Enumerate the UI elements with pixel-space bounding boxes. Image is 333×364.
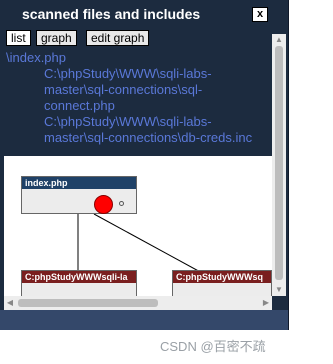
window-title: scanned files and includes — [22, 6, 201, 22]
node-title: C:phpStudyWWWsq — [173, 271, 271, 283]
scroll-left-icon[interactable]: ◀ — [4, 296, 16, 310]
status-bar — [0, 310, 288, 330]
main-file-link[interactable]: \index.php — [6, 50, 66, 65]
watermark: CSDN @百密不疏 — [160, 339, 266, 354]
close-button[interactable]: x — [252, 7, 268, 22]
node-port-icon — [119, 201, 124, 206]
vertical-scrollbar[interactable]: ▲ ▼ — [272, 34, 286, 296]
graph-node-include[interactable]: C:phpStudyWWWsqli-la — [21, 270, 137, 296]
file-list: \index.php C:\phpStudy\WWW\sqli-labs-mas… — [4, 48, 272, 154]
node-title: index.php — [22, 177, 136, 189]
tab-edit-graph[interactable]: edit graph — [86, 30, 150, 46]
graph-node-include[interactable]: C:phpStudyWWWsq — [172, 270, 272, 296]
horizontal-scrollbar[interactable]: ◀ ▶ — [4, 296, 272, 310]
node-title: C:phpStudyWWWsqli-la — [22, 271, 136, 283]
include-file-link[interactable]: C:\phpStudy\WWW\sqli-labs-master\sql-con… — [44, 66, 270, 114]
include-graph: index.php C:phpStudyWWWsqli-la C:phpStud… — [4, 156, 272, 296]
include-file-link[interactable]: C:\phpStudy\WWW\sqli-labs-master\sql-con… — [44, 114, 270, 146]
tab-list[interactable]: list — [6, 30, 31, 46]
include-list: C:\phpStudy\WWW\sqli-labs-master\sql-con… — [44, 66, 270, 146]
graph-edge — [93, 213, 205, 275]
tab-graph[interactable]: graph — [36, 30, 77, 46]
title-bar[interactable]: scanned files and includes x — [0, 0, 288, 28]
scroll-up-icon[interactable]: ▲ — [272, 34, 286, 46]
horizontal-scroll-thumb[interactable] — [18, 299, 158, 307]
vertical-scroll-thumb[interactable] — [275, 46, 283, 280]
scanned-files-window: scanned files and includes x list graph … — [0, 0, 289, 330]
node-marker-icon — [94, 195, 113, 214]
scroll-right-icon[interactable]: ▶ — [260, 296, 272, 310]
graph-node-index[interactable]: index.php — [21, 176, 137, 214]
scroll-down-icon[interactable]: ▼ — [272, 284, 286, 296]
